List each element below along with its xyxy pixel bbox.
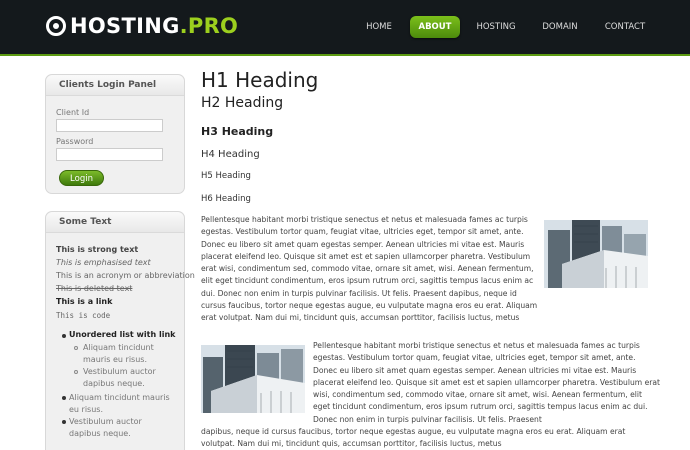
- paragraph-1: Pellentesque habitant morbi tristique se…: [201, 215, 538, 323]
- deleted-text: This is deleted text: [56, 284, 133, 293]
- sub-bullet: [74, 346, 78, 350]
- paragraph-2-continued: dapibus, neque id cursus faucibus, torto…: [201, 427, 626, 449]
- sub-list-item: Aliquam tincidunt mauris eu risus.: [83, 343, 154, 364]
- list-item: Aliquam tincidunt mauris eu risus.: [69, 393, 170, 414]
- main-nav: HOME ABOUT HOSTING DOMAIN CONTACT: [0, 16, 690, 38]
- sub-bullet: [74, 370, 78, 374]
- client-id-label: Client Id: [56, 108, 90, 117]
- buildings-photo: [201, 345, 305, 413]
- nav-home[interactable]: HOME: [360, 16, 398, 38]
- some-text-title: Some Text: [46, 212, 184, 233]
- nav-domain[interactable]: DOMAIN: [535, 16, 585, 38]
- strong-text: This is strong text: [56, 245, 139, 254]
- site-header: HOSTING.PRO HOME ABOUT HOSTING DOMAIN CO…: [0, 0, 690, 56]
- password-label: Password: [56, 137, 94, 146]
- buildings-image: [201, 345, 305, 413]
- paragraph-2: Pellentesque habitant morbi tristique se…: [313, 341, 661, 424]
- login-panel: Clients Login Panel Client Id Password L…: [45, 74, 185, 194]
- buildings-photo: [544, 220, 648, 288]
- nav-about[interactable]: ABOUT: [410, 16, 460, 38]
- list-bullet: [62, 420, 66, 424]
- heading-3: H3 Heading: [201, 125, 274, 138]
- some-text-panel: Some Text This is strong text This is em…: [45, 211, 195, 450]
- list-bullet: [62, 396, 66, 400]
- sample-link[interactable]: This is a link: [56, 297, 112, 306]
- nav-contact[interactable]: CONTACT: [600, 16, 650, 38]
- heading-4: H4 Heading: [201, 149, 260, 160]
- heading-6: H6 Heading: [201, 194, 251, 204]
- acronym-text: This is an acronym or abbreviation: [56, 271, 195, 280]
- heading-5: H5 Heading: [201, 171, 251, 181]
- nav-hosting[interactable]: HOSTING: [472, 16, 520, 38]
- code-text: This is code: [56, 311, 111, 320]
- sub-list-item: Vestibulum auctor dapibus neque.: [83, 367, 156, 388]
- client-id-input[interactable]: [56, 119, 163, 132]
- heading-2: H2 Heading: [201, 95, 284, 111]
- buildings-image: [544, 220, 648, 288]
- password-input[interactable]: [56, 148, 163, 161]
- login-panel-title: Clients Login Panel: [46, 75, 184, 96]
- list-bullet: [62, 334, 66, 338]
- emphasised-text: This is emphasised text: [56, 258, 151, 267]
- heading-1: H1 Heading: [201, 68, 319, 92]
- login-button[interactable]: Login: [59, 170, 104, 186]
- list-item-link[interactable]: Unordered list with link: [69, 330, 175, 339]
- list-item: Vestibulum auctor dapibus neque.: [69, 417, 142, 438]
